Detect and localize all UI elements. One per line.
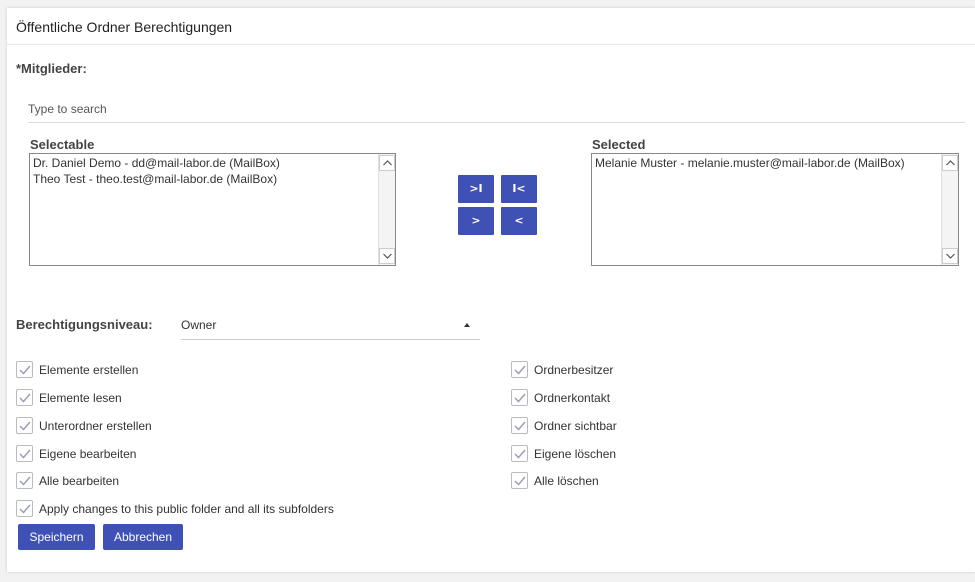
permission-level-value: Owner — [181, 318, 217, 332]
checkbox-label: Alle bearbeiten — [39, 474, 120, 488]
checkbox[interactable] — [511, 445, 528, 462]
cancel-button[interactable]: Abbrechen — [103, 524, 183, 550]
checkbox-label: Ordnerbesitzer — [534, 363, 614, 377]
move-left-button[interactable]: < — [501, 207, 537, 235]
checkbox-label: Alle löschen — [534, 474, 599, 488]
checkbox[interactable] — [16, 500, 33, 517]
checkbox[interactable] — [16, 389, 33, 406]
selectable-item[interactable]: Dr. Daniel Demo - dd@mail-labor.de (Mail… — [33, 155, 377, 171]
checkbox[interactable] — [16, 361, 33, 378]
checkbox-label: Eigene bearbeiten — [39, 447, 137, 461]
permission-level-select[interactable]: Owner — [181, 314, 480, 340]
move-right-button[interactable]: > — [458, 207, 494, 235]
checkbox[interactable] — [511, 361, 528, 378]
selected-listbox[interactable]: Melanie Muster - melanie.muster@mail-lab… — [591, 153, 959, 266]
member-search-input[interactable] — [28, 96, 965, 123]
selected-item[interactable]: Melanie Muster - melanie.muster@mail-lab… — [595, 155, 940, 171]
move-all-right-button[interactable]: >I — [458, 175, 494, 203]
checkbox[interactable] — [16, 445, 33, 462]
panel-title: Öffentliche Ordner Berechtigungen — [16, 19, 233, 35]
permissions-panel: Öffentliche Ordner Berechtigungen *Mitgl… — [7, 8, 975, 572]
save-button[interactable]: Speichern — [18, 524, 95, 550]
scroll-down-arrow-icon[interactable] — [942, 248, 958, 264]
checkbox-label: Ordner sichtbar — [534, 419, 617, 433]
selectable-label: Selectable — [30, 137, 95, 152]
selectable-item[interactable]: Theo Test - theo.test@mail-labor.de (Mai… — [33, 171, 377, 187]
scroll-up-arrow-icon[interactable] — [942, 155, 958, 171]
scroll-up-arrow-icon[interactable] — [379, 155, 395, 171]
checkbox[interactable] — [16, 472, 33, 489]
checkbox-label: Apply changes to this public folder and … — [39, 502, 334, 516]
checkbox[interactable] — [511, 389, 528, 406]
checkbox-label: Elemente erstellen — [39, 363, 139, 377]
scrollbar[interactable] — [941, 154, 958, 265]
selectable-listbox[interactable]: Dr. Daniel Demo - dd@mail-labor.de (Mail… — [29, 153, 396, 266]
checkbox-label: Ordnerkontakt — [534, 391, 611, 405]
scroll-down-arrow-icon[interactable] — [379, 248, 395, 264]
members-label: *Mitglieder: — [16, 61, 87, 76]
checkbox-label: Elemente lesen — [39, 391, 122, 405]
scrollbar[interactable] — [378, 154, 395, 265]
selected-label: Selected — [592, 137, 646, 152]
checkbox[interactable] — [511, 417, 528, 434]
move-all-left-button[interactable]: I< — [501, 175, 537, 203]
checkbox[interactable] — [16, 417, 33, 434]
panel-header: Öffentliche Ordner Berechtigungen — [7, 8, 975, 45]
checkbox-label: Unterordner erstellen — [39, 419, 152, 433]
permission-level-label: Berechtigungsniveau: — [16, 317, 153, 332]
checkbox-label: Eigene löschen — [534, 447, 617, 461]
caret-up-icon — [464, 323, 470, 327]
checkbox[interactable] — [511, 472, 528, 489]
